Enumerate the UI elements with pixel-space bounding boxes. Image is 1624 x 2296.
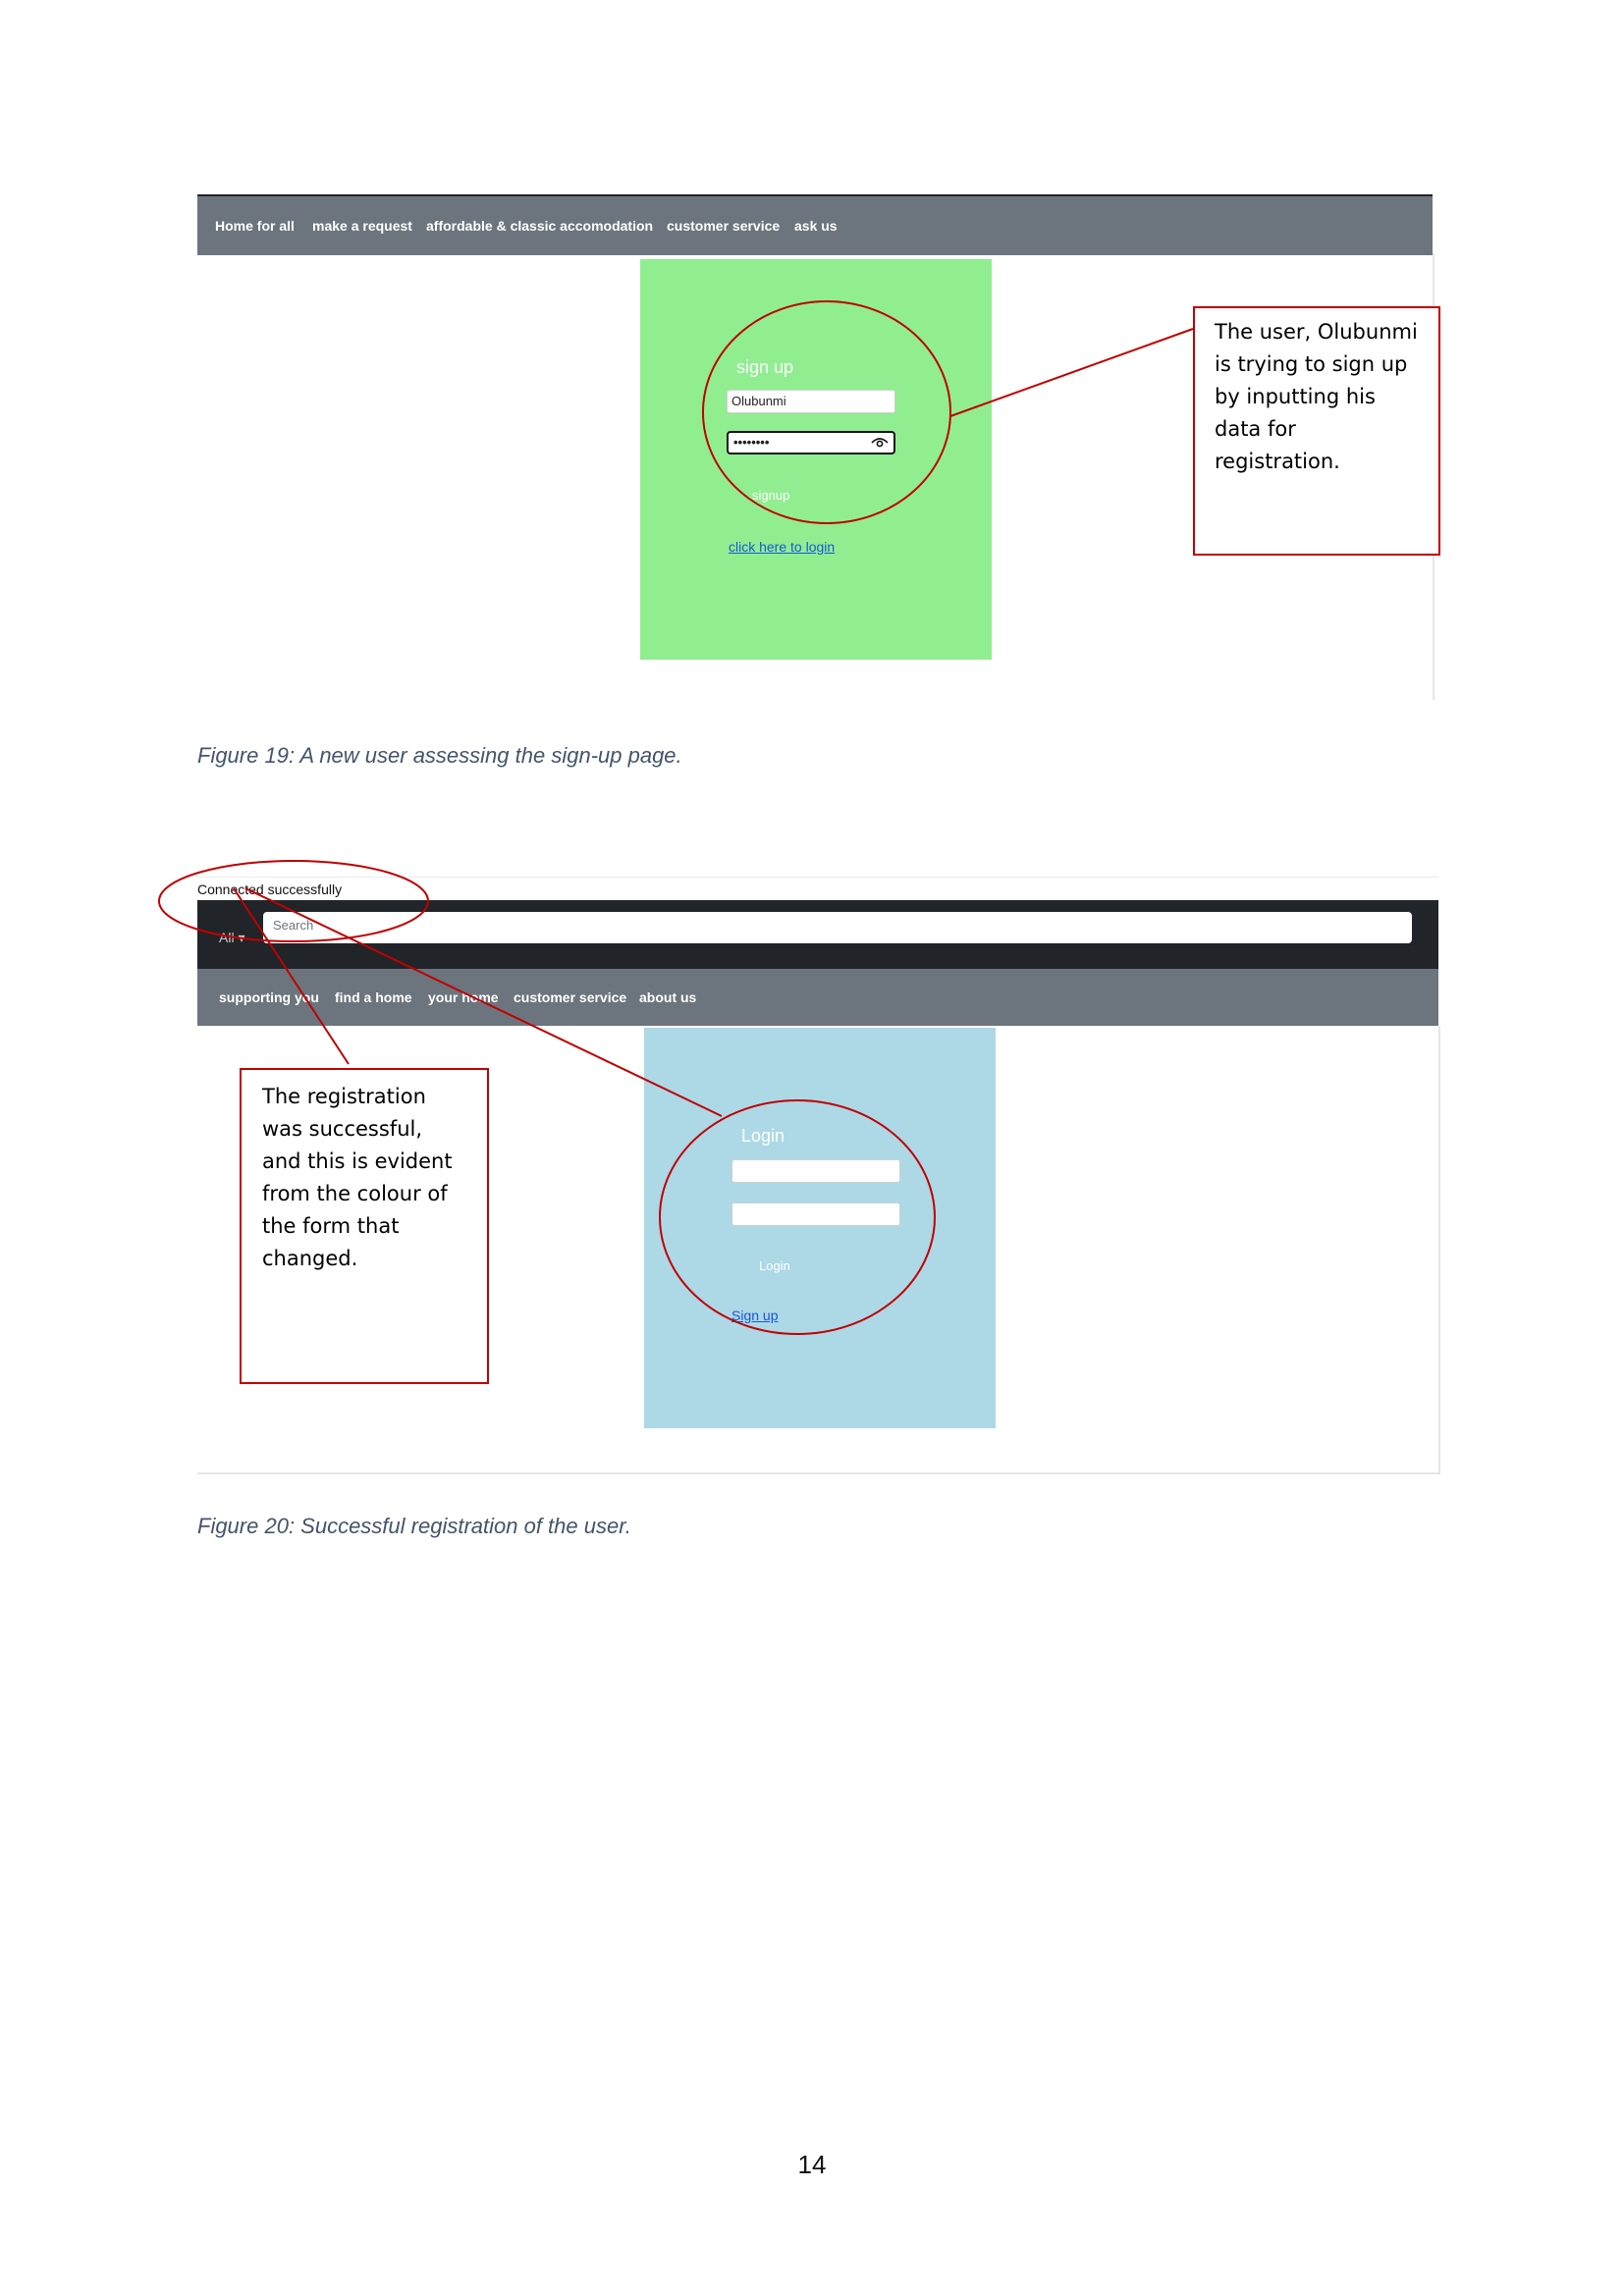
callout-connector-line-status bbox=[233, 887, 350, 1065]
figure-19-caption: Figure 19: A new user assessing the sign… bbox=[197, 743, 682, 768]
figure-20-caption: Figure 20: Successful registration of th… bbox=[197, 1514, 631, 1538]
callout-connector-line bbox=[949, 328, 1194, 417]
signup-highlight-ellipse bbox=[702, 300, 951, 524]
frame-edge-bottom bbox=[197, 1472, 1438, 1474]
login-form-highlight-ellipse bbox=[659, 1099, 936, 1335]
signup-callout-box: The user, Olubunmi is trying to sign up … bbox=[1193, 306, 1440, 556]
status-highlight-ellipse bbox=[158, 860, 429, 942]
page-number: 14 bbox=[797, 2150, 827, 2179]
registration-callout-box: The registration was successful, and thi… bbox=[240, 1068, 489, 1384]
